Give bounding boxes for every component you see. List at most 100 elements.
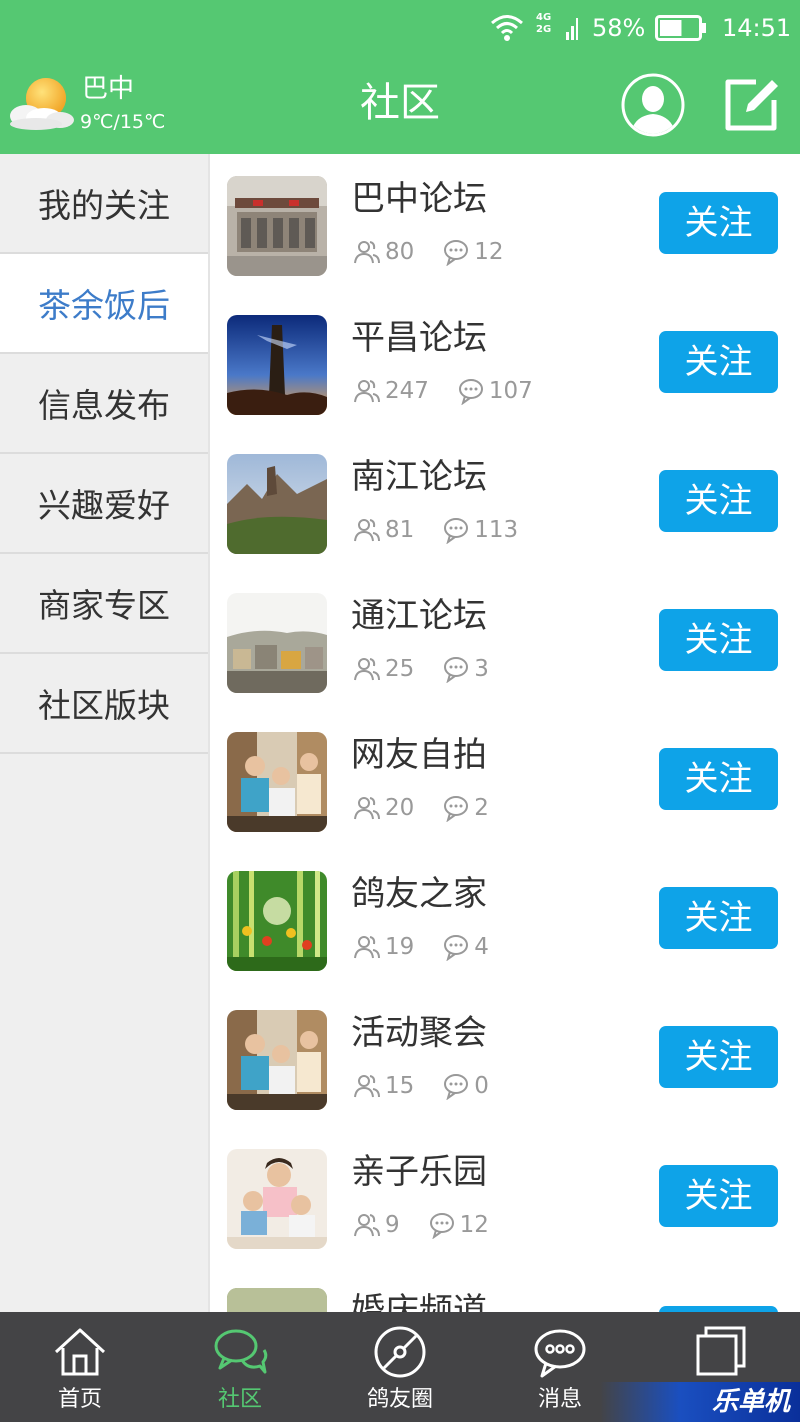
wifi-icon: [491, 15, 523, 41]
forum-thumbnail: [227, 871, 327, 971]
members-icon: [354, 1075, 380, 1098]
forum-thumbnail: [227, 315, 327, 415]
battery-icon: [655, 15, 706, 41]
follow-button[interactable]: 关注: [659, 1026, 778, 1088]
forum-thumbnail: [227, 1149, 327, 1249]
message-icon: [534, 1329, 586, 1378]
forum-name: 亲子乐园: [351, 1152, 487, 1192]
clock: 14:51: [722, 14, 792, 42]
forum-name: 巴中论坛: [351, 179, 487, 219]
tab-community[interactable]: 社区: [160, 1312, 320, 1422]
follow-button[interactable]: 关注: [659, 609, 778, 671]
tab-home-label: 首页: [57, 1387, 102, 1412]
follow-button[interactable]: 关注: [659, 331, 778, 393]
forum-stats: 19 4: [353, 931, 517, 963]
forum-name: 活动聚会: [351, 1013, 487, 1053]
members-icon: [354, 519, 380, 542]
forum-stats: 81 113: [353, 514, 546, 546]
list-item[interactable]: 网友自拍 20 2 关注: [210, 710, 800, 849]
member-count: 9: [385, 1212, 400, 1238]
comments-icon: [444, 1074, 469, 1100]
list-item[interactable]: 亲子乐园 9 12 关注: [210, 1127, 800, 1266]
user-avatar-icon[interactable]: [620, 72, 686, 138]
window-icon: [696, 1326, 746, 1376]
page-title: 社区: [360, 80, 440, 126]
forum-thumbnail: [227, 1288, 327, 1312]
post-count: 0: [474, 1073, 489, 1099]
member-count: 25: [385, 656, 415, 682]
sidebar-item-hobbies[interactable]: 兴趣爱好: [0, 454, 208, 554]
post-count: 4: [474, 934, 489, 960]
members-icon: [354, 658, 380, 681]
forum-stats: 20 2: [353, 792, 517, 824]
comments-icon: [444, 657, 469, 683]
chat-bubbles-icon: [214, 1329, 268, 1374]
list-item[interactable]: 巴中论坛 80 12 关注: [210, 154, 800, 293]
forum-stats: 15 0: [353, 1070, 517, 1102]
forum-stats: 247 107: [353, 375, 561, 407]
forum-thumbnail: [227, 732, 327, 832]
comments-icon: [444, 935, 469, 961]
forum-name: 南江论坛: [351, 457, 487, 497]
edit-icon[interactable]: [722, 76, 780, 134]
comments-icon: [444, 518, 469, 544]
member-count: 15: [385, 1073, 415, 1099]
sidebar-item-info-publish[interactable]: 信息发布: [0, 354, 208, 454]
members-icon: [354, 1214, 380, 1237]
post-count: 107: [488, 378, 533, 404]
forum-thumbnail: [227, 454, 327, 554]
list-item[interactable]: 活动聚会 15 0 关注: [210, 988, 800, 1127]
forum-name: 网友自拍: [351, 735, 487, 775]
tab-pigeon-circle[interactable]: 鸽友圈: [320, 1312, 480, 1422]
comments-icon: [458, 379, 483, 405]
forum-thumbnail: [227, 593, 327, 693]
category-sidebar: 我的关注 茶余饭后 信息发布 兴趣爱好 商家专区 社区版块: [0, 154, 210, 1312]
member-count: 20: [385, 795, 415, 821]
forum-name: 鸽友之家: [351, 874, 487, 914]
forum-thumbnail: [227, 1010, 327, 1110]
sidebar-item-community-boards[interactable]: 社区版块: [0, 654, 208, 754]
members-icon: [354, 936, 380, 959]
forum-name: 平昌论坛: [351, 318, 487, 358]
forum-name: 通江论坛: [351, 596, 487, 636]
forum-name: 婚庆频道: [351, 1291, 487, 1312]
follow-button[interactable]: 关注: [659, 1165, 778, 1227]
sidebar-item-merchants[interactable]: 商家专区: [0, 554, 208, 654]
follow-button[interactable]: 关注: [659, 470, 778, 532]
weather-city: 巴中: [82, 74, 135, 104]
forum-stats: 25 3: [353, 653, 517, 685]
forum-stats: 80 12: [353, 236, 532, 268]
home-icon: [54, 1328, 106, 1376]
list-item[interactable]: 平昌论坛 247 107 关注: [210, 293, 800, 432]
network-type: 4G 2G: [536, 12, 552, 35]
list-item[interactable]: 鸽友之家 19 4 关注: [210, 849, 800, 988]
list-item[interactable]: 通江论坛 25 3 关注: [210, 571, 800, 710]
post-count: 12: [474, 239, 504, 265]
tab-pigeon-circle-label: 鸽友圈: [366, 1387, 433, 1412]
post-count: 113: [474, 517, 519, 543]
comments-icon: [444, 796, 469, 822]
list-item[interactable]: 南江论坛 81 113 关注: [210, 432, 800, 571]
sidebar-item-leisure[interactable]: 茶余饭后: [0, 254, 208, 354]
members-icon: [354, 241, 380, 264]
comments-icon: [444, 240, 469, 266]
post-count: 3: [474, 656, 489, 682]
sidebar-item-my-follows[interactable]: 我的关注: [0, 154, 208, 254]
battery-percent: 58%: [592, 14, 646, 42]
follow-button[interactable]: 关注: [659, 192, 778, 254]
compass-icon: [374, 1326, 426, 1378]
follow-button[interactable]: 关注: [659, 887, 778, 949]
members-icon: [354, 380, 380, 403]
forum-thumbnail: [227, 176, 327, 276]
watermark-logo: 乐单机: [711, 1387, 790, 1417]
app-header: 巴中 9℃/15℃ 社区: [0, 56, 800, 154]
forum-stats: 9 12: [353, 1209, 517, 1241]
comments-icon: [429, 1213, 454, 1239]
list-item[interactable]: 婚庆频道: [210, 1266, 800, 1312]
partly-cloudy-icon[interactable]: [6, 74, 76, 132]
member-count: 81: [385, 517, 415, 543]
weather-temperature: 9℃/15℃: [80, 111, 166, 133]
tab-home[interactable]: 首页: [0, 1312, 160, 1422]
follow-button[interactable]: 关注: [659, 748, 778, 810]
tab-community-label: 社区: [217, 1387, 262, 1412]
